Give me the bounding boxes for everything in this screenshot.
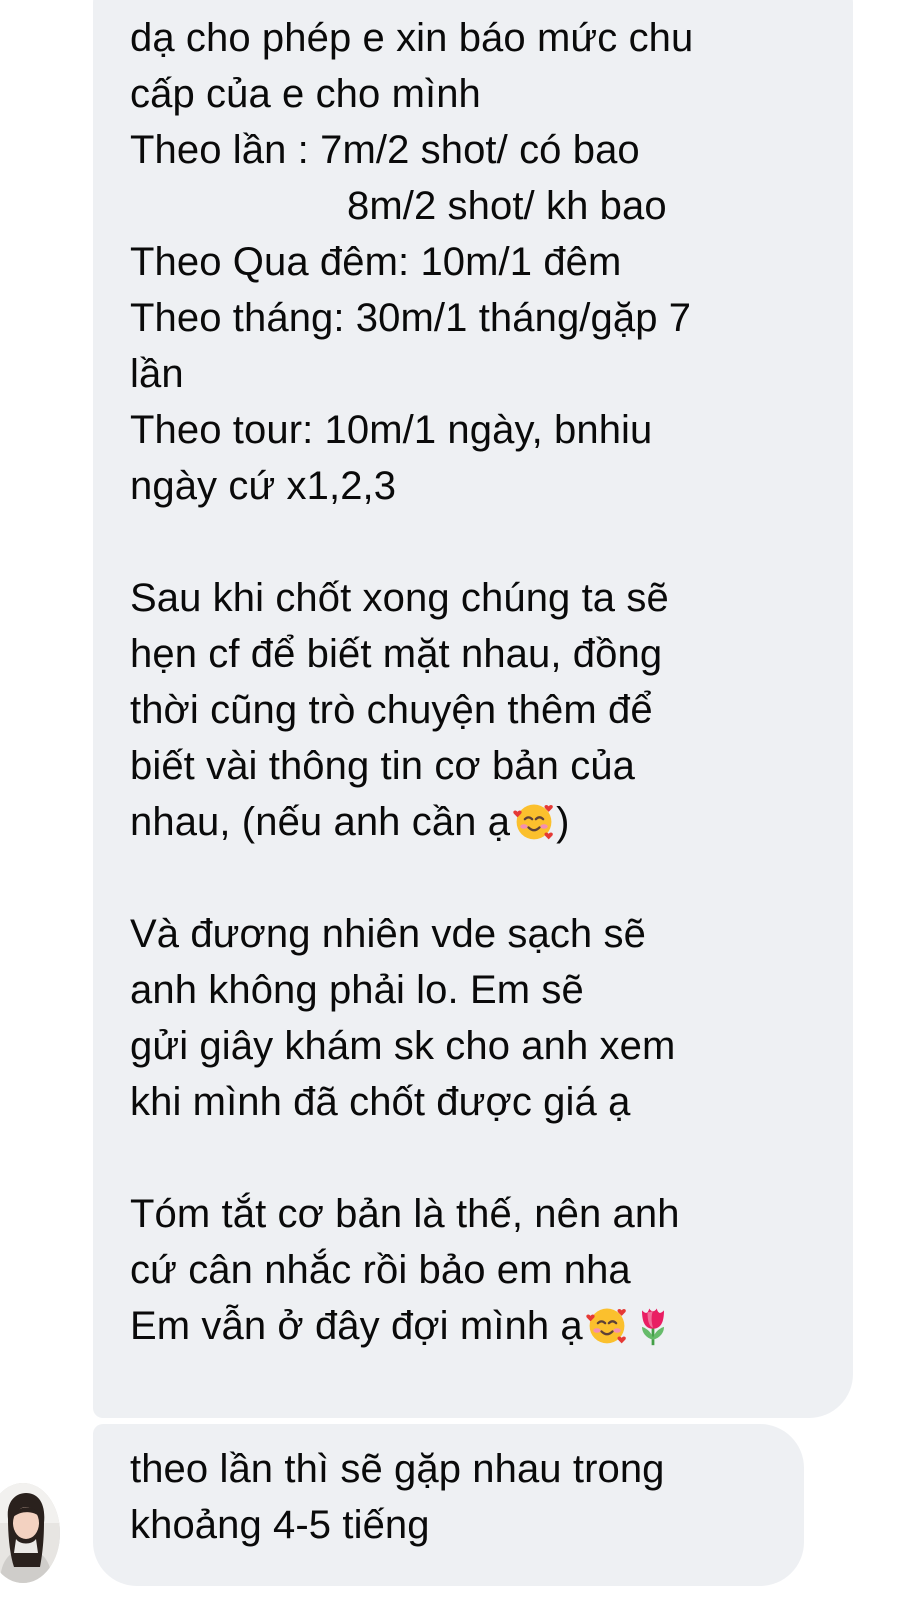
message-line: Tóm tắt cơ bản là thế, nên anh: [130, 1192, 680, 1236]
avatar[interactable]: [0, 1483, 60, 1583]
message-line: khi mình đã chốt được giá ạ: [130, 1080, 631, 1124]
tulip-icon: [641, 1308, 664, 1346]
avatar-photo: [0, 1483, 60, 1583]
message-line: Theo Qua đêm: 10m/1 đêm: [130, 240, 622, 284]
message-line: khoảng 4-5 tiếng: [130, 1503, 430, 1547]
message-line: cấp của e cho mình: [130, 72, 481, 116]
message-line: 8m/2 shot/ kh bao: [347, 184, 667, 228]
message-line: dạ cho phép e xin báo mức chu: [130, 16, 694, 60]
message-line-text: ): [556, 800, 570, 844]
message-line: Theo lần : 7m/2 shot/ có bao: [130, 128, 640, 172]
message-line: hẹn cf để biết mặt nhau, đồng: [130, 632, 663, 676]
message-line: theo lần thì sẽ gặp nhau trong: [130, 1447, 665, 1491]
message-line: biết vài thông tin cơ bản của: [130, 744, 636, 788]
message-line: Và đương nhiên vde sạch sẽ: [130, 912, 646, 956]
message-line-text: nhau, (nếu anh cần ạ: [130, 800, 511, 844]
message-line: Sau khi chốt xong chúng ta sẽ: [130, 576, 669, 620]
message-line-with-emoji: nhau, (nếu anh cần ạ): [130, 793, 570, 851]
message-line: anh không phải lo. Em sẽ: [130, 968, 584, 1012]
message-line-text: Em vẫn ở đây đợi mình ạ: [130, 1304, 583, 1348]
smiling-face-with-hearts-icon: [513, 804, 553, 840]
message-line: gửi giây khám sk cho anh xem: [130, 1024, 676, 1068]
message-line-with-emoji: Em vẫn ở đây đợi mình ạ: [130, 1297, 675, 1355]
message-line: Theo tháng: 30m/1 tháng/gặp 7: [130, 296, 692, 340]
message-line: Theo tour: 10m/1 ngày, bnhiu: [130, 408, 653, 452]
message-line: ngày cứ x1,2,3: [130, 464, 397, 508]
message-line: lần: [130, 352, 184, 396]
message-line: cứ cân nhắc rồi bảo em nha: [130, 1248, 631, 1292]
message-line: thời cũng trò chuyện thêm để: [130, 688, 653, 732]
smiling-face-with-hearts-icon: [586, 1308, 626, 1344]
